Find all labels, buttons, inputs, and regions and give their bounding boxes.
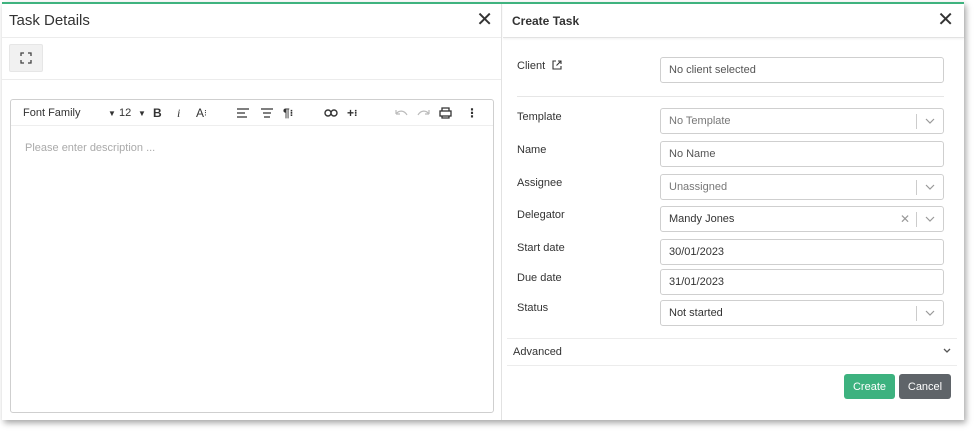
close-icon[interactable]: ✕ [476,9,493,29]
start-date-field[interactable]: 30/01/2023 [660,239,944,265]
name-label: Name [517,144,547,156]
description-editor[interactable]: Font Family ▼ 12 ▼ B i A ⁝ ¶ ⁝ + ⁝ ⋮ Ple… [10,99,494,413]
divider [517,96,944,97]
task-details-title: Task Details [9,12,90,29]
align-left-icon[interactable] [237,104,249,122]
text-size-icon[interactable]: A ⁝ [196,104,207,122]
description-placeholder[interactable]: Please enter description ... [11,126,493,170]
advanced-label: Advanced [513,346,562,358]
client-value: No client selected [669,64,756,76]
template-select[interactable]: No Template [660,108,944,134]
template-value: No Template [669,115,731,127]
align-center-icon[interactable] [261,104,273,122]
assignee-value: Unassigned [669,181,728,193]
advanced-section-toggle[interactable]: Advanced [507,338,957,366]
assignee-label: Assignee [517,177,563,189]
delegator-value: Mandy Jones [669,213,735,225]
status-label: Status [517,302,549,314]
insert-icon[interactable]: + ⁝ [347,104,357,122]
external-link-icon[interactable] [552,60,562,70]
status-select[interactable]: Not started [660,300,944,326]
delegator-label: Delegator [517,209,565,221]
close-icon[interactable]: ✕ [937,9,954,29]
editor-toolbar: Font Family ▼ 12 ▼ B i A ⁝ ¶ ⁝ + ⁝ ⋮ [11,100,493,126]
create-task-panel: Create Task ✕ Client No client selected … [503,4,964,420]
create-task-header: Create Task ✕ [503,4,964,38]
expand-row [2,38,501,80]
chevron-down-icon [943,348,951,353]
client-field[interactable]: No client selected [660,57,944,83]
task-details-header: Task Details ✕ [2,4,501,38]
fullscreen-button[interactable] [9,44,43,72]
select-separator [916,114,917,129]
select-separator [916,212,917,227]
create-task-title: Create Task [512,13,580,28]
undo-icon[interactable] [395,104,408,122]
chevron-down-icon[interactable] [924,181,936,193]
chevron-down-icon[interactable] [924,307,936,319]
paragraph-icon[interactable]: ¶ ⁝ [283,104,293,122]
client-label: Client [517,60,562,72]
due-date-label: Due date [517,272,562,284]
due-date-field[interactable]: 31/01/2023 [660,269,944,295]
more-options-icon[interactable]: ⋮ [466,104,478,122]
font-size-select[interactable]: 12 [119,104,131,122]
delegator-select[interactable]: Mandy Jones ✕ [660,206,944,232]
assignee-select[interactable]: Unassigned [660,174,944,200]
bold-icon[interactable]: B [153,104,162,122]
select-separator [916,306,917,321]
client-label-text: Client [517,60,546,72]
font-size-chevron-icon[interactable]: ▼ [138,104,146,122]
status-value: Not started [669,307,723,319]
font-family-select[interactable]: Font Family [23,104,80,122]
due-date-value: 31/01/2023 [669,276,725,288]
fullscreen-icon [20,52,32,64]
chevron-down-icon[interactable] [924,115,936,127]
chevron-down-icon[interactable] [924,213,936,225]
start-date-value: 30/01/2023 [669,246,725,258]
print-icon[interactable] [439,104,452,122]
link-icon[interactable] [324,104,338,122]
font-family-chevron-icon[interactable]: ▼ [108,104,116,122]
task-details-panel: Task Details ✕ Font Family ▼ 12 ▼ B i A ⁝ [2,4,502,420]
name-field[interactable]: No Name [660,141,944,167]
start-date-label: Start date [517,242,565,254]
select-separator [916,180,917,195]
clear-icon[interactable]: ✕ [900,212,910,226]
italic-icon[interactable]: i [177,104,180,122]
name-value: No Name [669,148,716,160]
cancel-button[interactable]: Cancel [899,374,951,399]
modal-window: Task Details ✕ Font Family ▼ 12 ▼ B i A ⁝ [2,2,964,420]
redo-icon[interactable] [417,104,430,122]
create-button[interactable]: Create [844,374,895,399]
template-label: Template [517,111,562,123]
